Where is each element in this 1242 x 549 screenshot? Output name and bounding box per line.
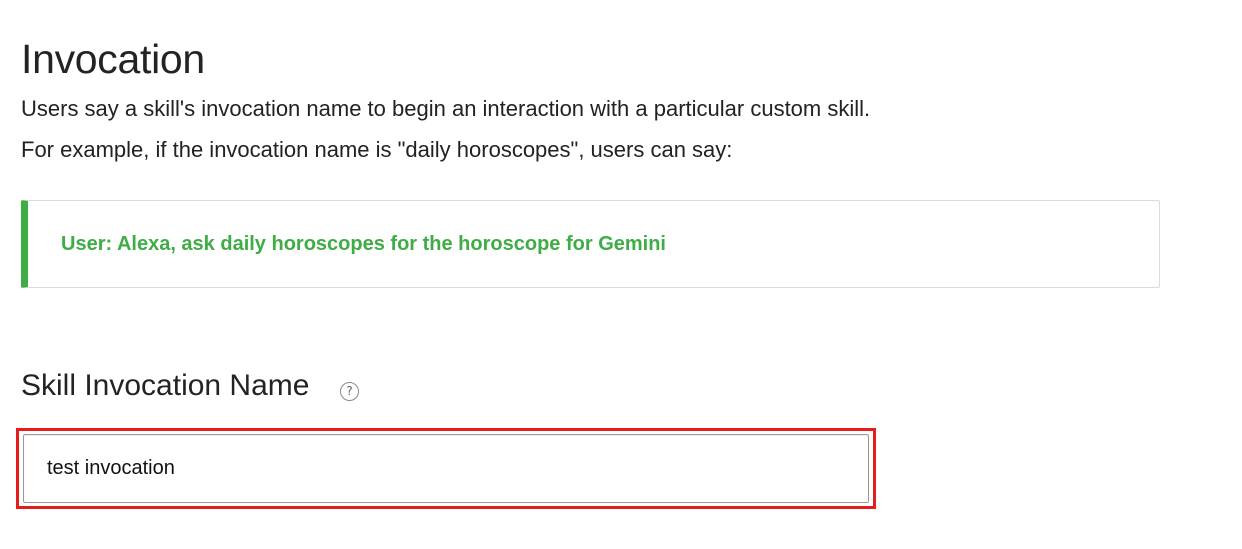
example-utterance-callout: User: Alexa, ask daily horoscopes for th…	[21, 200, 1160, 288]
invocation-page: Invocation Users say a skill's invocatio…	[0, 0, 1242, 549]
example-utterance-text: User: Alexa, ask daily horoscopes for th…	[61, 233, 666, 255]
skill-invocation-name-label: Skill Invocation Name	[21, 369, 310, 402]
help-icon[interactable]: ?	[340, 382, 359, 401]
description-line-1: Users say a skill's invocation name to b…	[21, 96, 871, 121]
page-title: Invocation	[21, 36, 205, 82]
description-line-2: For example, if the invocation name is "…	[21, 137, 733, 162]
skill-invocation-name-input[interactable]	[23, 434, 869, 503]
